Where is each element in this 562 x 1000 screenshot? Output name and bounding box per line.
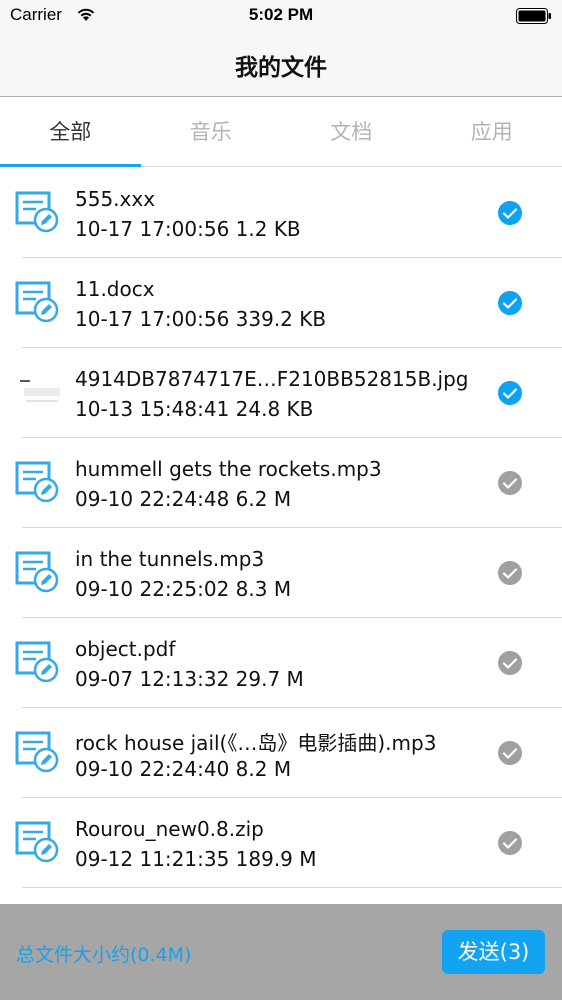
send-button[interactable]: 发送(3) xyxy=(442,930,545,974)
file-meta: 09-10 22:24:40 8.2 M xyxy=(75,757,292,781)
file-name: 555.xxx xyxy=(75,187,156,211)
page-title: 我的文件 xyxy=(235,55,327,81)
file-name: in the tunnels.mp3 xyxy=(75,547,265,571)
file-row[interactable]: 11.docx 10-17 17:00:56 339.2 KB xyxy=(0,258,562,348)
file-name: Rourou_new0.8.zip xyxy=(75,817,264,841)
file-name: object.pdf xyxy=(75,637,176,661)
row-divider xyxy=(22,887,562,888)
document-edit-icon xyxy=(15,731,59,773)
file-row[interactable]: rock house jail(《…岛》电影插曲).mp3 09-10 22:2… xyxy=(0,708,562,798)
status-bar: Carrier 5:02 PM xyxy=(0,0,562,30)
category-tabs: 全部 音乐 文档 应用 xyxy=(0,97,562,167)
checkmark-unselected-icon[interactable] xyxy=(497,470,523,496)
tab-music[interactable]: 音乐 xyxy=(141,97,282,167)
file-meta: 10-17 17:00:56 1.2 KB xyxy=(75,217,301,241)
document-edit-icon xyxy=(15,821,59,863)
status-time: 5:02 PM xyxy=(248,5,314,24)
file-name: 11.docx xyxy=(75,277,155,301)
file-row[interactable]: in the tunnels.mp3 09-10 22:25:02 8.3 M xyxy=(0,528,562,618)
document-edit-icon xyxy=(15,551,59,593)
document-edit-icon xyxy=(15,461,59,503)
file-row[interactable]: 4914DB7874717E…F210BB52815B.jpg 10-13 15… xyxy=(0,348,562,438)
file-meta: 09-07 12:13:32 29.7 M xyxy=(75,667,304,691)
file-row[interactable]: Rourou_new0.8.zip 09-12 11:21:35 189.9 M xyxy=(0,798,562,888)
bottom-action-bar: 总文件大小约(0.4M) 发送(3) xyxy=(0,904,562,1000)
document-edit-icon xyxy=(15,191,59,233)
checkmark-selected-icon[interactable] xyxy=(497,380,523,406)
tab-documents[interactable]: 文档 xyxy=(281,97,422,167)
battery-icon xyxy=(516,8,551,24)
file-meta: 09-12 11:21:35 189.9 M xyxy=(75,847,317,871)
file-row[interactable]: hummell gets the rockets.mp3 09-10 22:24… xyxy=(0,438,562,528)
file-meta: 10-13 15:48:41 24.8 KB xyxy=(75,397,314,421)
file-row[interactable]: object.pdf 09-07 12:13:32 29.7 M xyxy=(0,618,562,708)
document-edit-icon xyxy=(15,281,59,323)
active-tab-indicator xyxy=(0,164,141,167)
checkmark-unselected-icon[interactable] xyxy=(497,650,523,676)
total-size-label: 总文件大小约(0.4M) xyxy=(16,944,192,966)
checkmark-selected-icon[interactable] xyxy=(497,290,523,316)
checkmark-selected-icon[interactable] xyxy=(497,200,523,226)
file-meta: 09-10 22:24:48 6.2 M xyxy=(75,487,292,511)
checkmark-unselected-icon[interactable] xyxy=(497,740,523,766)
navigation-bar: 我的文件 xyxy=(0,30,562,97)
file-meta: 09-10 22:25:02 8.3 M xyxy=(75,577,292,601)
file-list: 555.xxx 10-17 17:00:56 1.2 KB 11.docx 10… xyxy=(0,168,562,903)
checkmark-unselected-icon[interactable] xyxy=(497,830,523,856)
file-name: hummell gets the rockets.mp3 xyxy=(75,457,382,481)
file-name: rock house jail(《…岛》电影插曲).mp3 xyxy=(75,731,437,755)
tab-apps[interactable]: 应用 xyxy=(422,97,562,167)
document-edit-icon xyxy=(15,641,59,683)
image-thumbnail-icon xyxy=(18,374,62,412)
tab-all[interactable]: 全部 xyxy=(0,97,141,167)
checkmark-unselected-icon[interactable] xyxy=(497,560,523,586)
file-name: 4914DB7874717E…F210BB52815B.jpg xyxy=(75,367,469,391)
file-row[interactable]: 555.xxx 10-17 17:00:56 1.2 KB xyxy=(0,168,562,258)
file-meta: 10-17 17:00:56 339.2 KB xyxy=(75,307,327,331)
